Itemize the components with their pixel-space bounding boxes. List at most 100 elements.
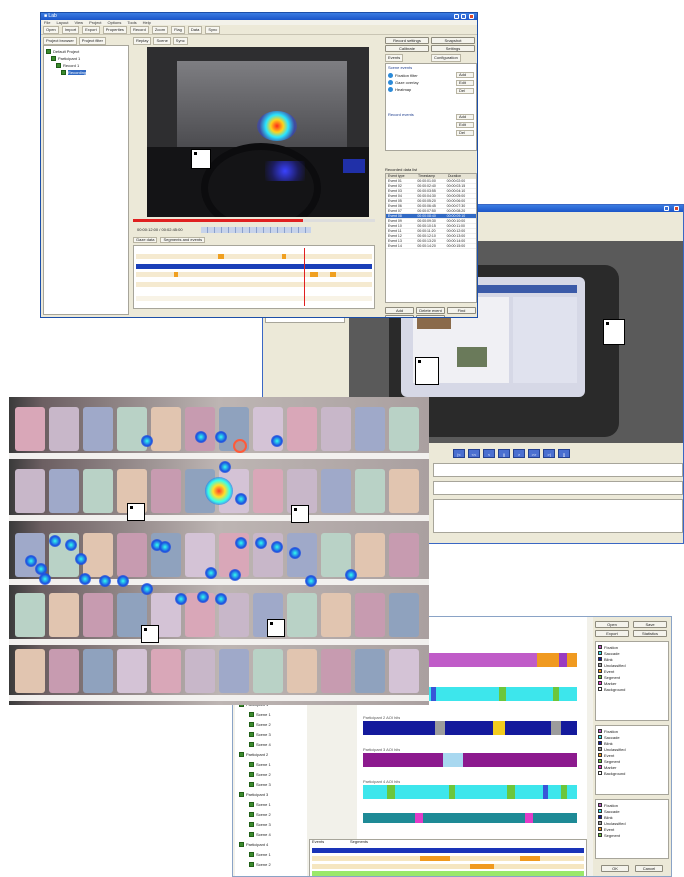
timeline-playhead[interactable]	[304, 248, 305, 306]
legend-item[interactable]: Background	[598, 770, 666, 776]
legend-item[interactable]: Segment	[598, 832, 666, 838]
analysis-tree-item[interactable]: Scene 2	[237, 809, 305, 819]
event-list-button[interactable]: Add	[385, 307, 414, 314]
mini-button[interactable]: Add	[456, 72, 474, 78]
legend-list-b: Fixation Saccade Blink Unclassified Event Seg…	[596, 726, 668, 778]
toolbar-button[interactable]: Zoom	[151, 26, 169, 34]
product-bag	[321, 649, 351, 693]
analysis-statistics-button[interactable]: Statistics	[633, 630, 667, 637]
option-radio-icon[interactable]	[388, 80, 393, 85]
playback-button[interactable]: <	[483, 449, 495, 458]
tree-item[interactable]: Record 1	[46, 62, 126, 69]
analysis-tree-item[interactable]: Scene 3	[237, 729, 305, 739]
minimize-icon[interactable]	[664, 206, 669, 211]
snapshot-button[interactable]: Snapshot	[431, 37, 475, 44]
legend-swatch-icon	[598, 675, 602, 679]
option-item[interactable]: Heatmap	[388, 86, 419, 93]
tab-sync[interactable]: Sync	[172, 37, 188, 45]
event-list-button[interactable]: Import	[385, 315, 414, 317]
close-icon[interactable]	[674, 206, 679, 211]
event-row[interactable]: Event 14 00:00:14:20 00:00:15:00	[386, 244, 476, 249]
playback-button[interactable]: >>	[528, 449, 540, 458]
analysis-cancel-button[interactable]: Cancel	[635, 865, 663, 872]
playback-button[interactable]: >	[513, 449, 525, 458]
mini-button[interactable]: Add	[456, 114, 474, 120]
analysis-tree-item[interactable]: Scene 3	[237, 779, 305, 789]
playback-button[interactable]: <<	[468, 449, 480, 458]
mini-button[interactable]: Edit	[456, 122, 474, 128]
tab-segments-events[interactable]: Segments and events	[160, 237, 206, 243]
maximize-icon[interactable]	[461, 14, 466, 19]
analysis-tree-item[interactable]: Scene 1	[237, 759, 305, 769]
analysis-tree-item[interactable]: Scene 2	[237, 859, 305, 869]
event-cell: 00:00:05:00	[446, 194, 466, 198]
analysis-tree-item[interactable]: Scene 1	[237, 709, 305, 719]
toolbar-button[interactable]: Data	[187, 26, 203, 34]
minimize-icon[interactable]	[454, 14, 459, 19]
playback-strip[interactable]	[201, 227, 311, 233]
analysis-save-button[interactable]: Save	[633, 621, 667, 628]
option-radio-icon[interactable]	[388, 87, 393, 92]
option-label: Gaze overlay	[395, 80, 419, 85]
analysis-tree-item[interactable]: Scene 2	[237, 769, 305, 779]
option-item[interactable]: Gaze overlay	[388, 79, 419, 86]
tab-project-filter[interactable]: Project filter	[78, 37, 106, 45]
analysis-ok-button[interactable]: OK	[601, 865, 629, 872]
settings-button[interactable]: Settings	[431, 45, 475, 52]
analysis-timeline-track-3	[312, 864, 584, 869]
analysis-tree-item[interactable]: Participant 2	[237, 749, 305, 759]
playback-button[interactable]: |<	[453, 449, 465, 458]
gaze-dot	[235, 537, 247, 549]
analysis-tab-events[interactable]: Events	[312, 839, 324, 844]
calibrate-button[interactable]: Calibrate	[385, 45, 429, 52]
tab-replay[interactable]: Replay	[133, 37, 152, 45]
analysis-tree-item[interactable]: Scene 2	[237, 719, 305, 729]
event-list-button[interactable]: Delete event	[416, 307, 445, 314]
analysis-export-button[interactable]: Export	[595, 630, 629, 637]
analysis-tree-item[interactable]: Scene 4	[237, 829, 305, 839]
tab-gaze-data[interactable]: Gaze data	[133, 237, 158, 243]
playback-button[interactable]: >|	[543, 449, 555, 458]
analysis-tree-item[interactable]: Scene 1	[237, 799, 305, 809]
toolbar-button[interactable]: Properties	[102, 26, 127, 34]
chart-5-seg-d	[543, 785, 548, 799]
option-item[interactable]: Fixation filter	[388, 72, 419, 79]
analysis-open-button[interactable]: Open	[595, 621, 629, 628]
toolbar-button[interactable]: Open	[43, 26, 59, 34]
analysis-tree-item[interactable]: Participant 3	[237, 789, 305, 799]
analysis-tree-label: Participant 4	[246, 841, 269, 847]
toolbar-button[interactable]: Sync	[205, 26, 221, 34]
analysis-tab-segments[interactable]: Segments	[350, 839, 368, 844]
playback-button[interactable]: []	[558, 449, 570, 458]
tab-project-browser[interactable]: Project browser	[43, 37, 77, 45]
toolbar-button[interactable]: Export	[82, 26, 100, 34]
web-page-image-2	[457, 347, 487, 367]
product-bag	[389, 407, 419, 451]
tree-item[interactable]: Default Project	[46, 48, 126, 55]
tab-configuration[interactable]: Configuration	[431, 54, 461, 62]
analysis-tree-item[interactable]: Scene 1	[237, 849, 305, 859]
product-bag	[355, 469, 385, 513]
toolbar-button[interactable]: Import	[61, 26, 80, 34]
mini-button[interactable]: Edit	[456, 80, 474, 86]
event-list-button[interactable]: Find	[447, 307, 476, 314]
legend-item[interactable]: Background	[598, 686, 666, 692]
record-settings-button[interactable]: Record settings	[385, 37, 429, 44]
tree-item[interactable]: Participant 1	[46, 55, 126, 62]
close-icon[interactable]	[469, 14, 474, 19]
toolbar-button[interactable]: Flag	[171, 26, 185, 34]
mini-button[interactable]: Del	[456, 130, 474, 136]
analysis-tree-item[interactable]: Participant 4	[237, 839, 305, 849]
event-list-button[interactable]: Export	[416, 315, 445, 317]
tab-scene[interactable]: Scene	[153, 37, 171, 45]
analysis-tree-item[interactable]: Scene 4	[237, 739, 305, 749]
analysis-tree-item[interactable]: Scene 3	[237, 819, 305, 829]
chart-5-seg-a	[387, 785, 395, 799]
tree-item[interactable]: Recording	[46, 69, 126, 76]
toolbar-button[interactable]: Record	[129, 26, 149, 34]
tab-events[interactable]: Events	[385, 54, 404, 62]
mini-button[interactable]: Del	[456, 88, 474, 94]
option-radio-icon[interactable]	[388, 73, 393, 78]
playback-button[interactable]: ||	[498, 449, 510, 458]
timeline-tabs: Gaze data Segments and events	[133, 237, 293, 243]
